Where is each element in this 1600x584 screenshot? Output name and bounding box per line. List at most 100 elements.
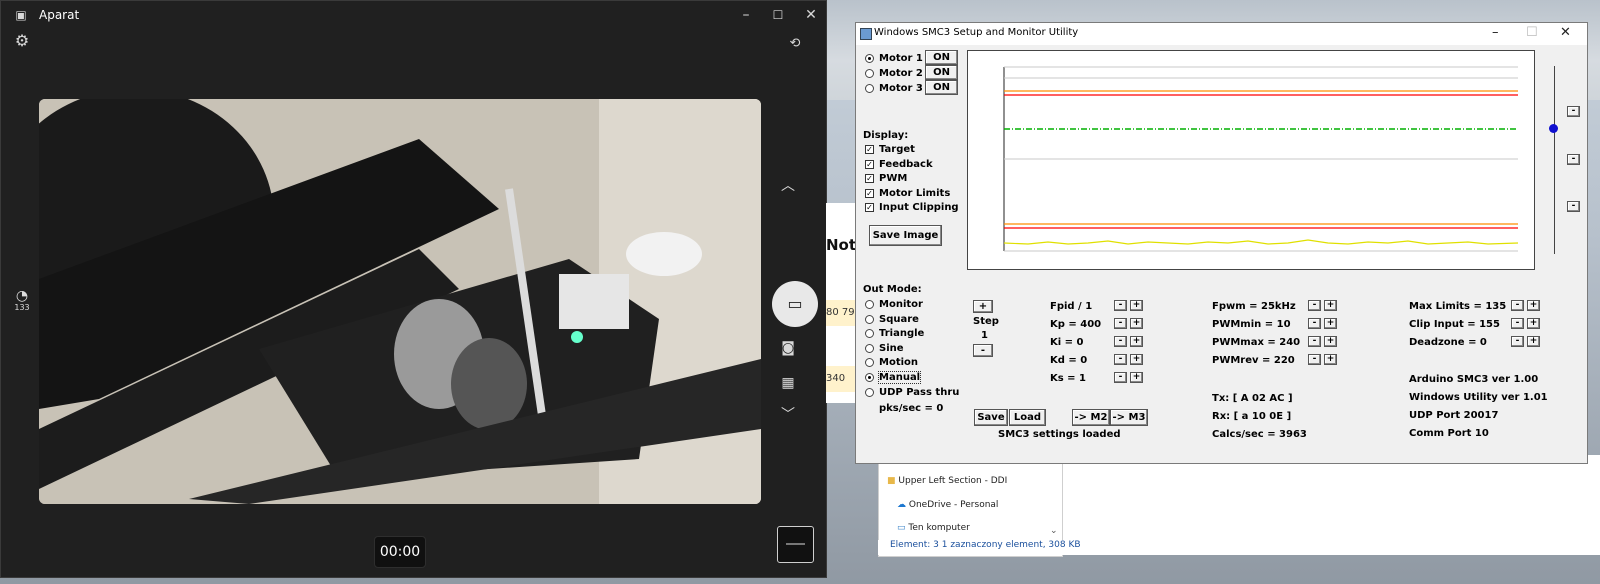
display-option-label: Input Clipping: [879, 202, 959, 213]
explorer-item[interactable]: ▭ Ten komputer: [897, 523, 970, 533]
camera-switch-icon[interactable]: ⟲: [785, 35, 805, 53]
pwmmax-plus-button[interactable]: +: [1324, 336, 1337, 347]
close-button[interactable]: ✕: [802, 6, 820, 24]
out-mode-label-text: UDP Pass thru: [879, 387, 960, 398]
fpid-minus-button[interactable]: -: [1114, 300, 1127, 311]
hdr-control[interactable]: ◔ 133: [11, 289, 33, 312]
deadzone-plus-button[interactable]: +: [1527, 336, 1540, 347]
motor-limits-checkbox[interactable]: ✓: [865, 189, 874, 198]
ks-plus-button[interactable]: +: [1130, 372, 1143, 383]
max-limits-minus-button[interactable]: -: [1511, 300, 1524, 311]
recording-timer: 00:00: [374, 536, 426, 568]
ks-minus-button[interactable]: -: [1114, 372, 1127, 383]
fpwm-label: Fpwm = 25kHz: [1212, 301, 1296, 312]
maximize-button[interactable]: ☐: [769, 6, 787, 24]
maximize-button[interactable]: ☐: [1526, 25, 1538, 40]
explorer-item[interactable]: ■ Upper Left Section - DDI: [887, 476, 1007, 486]
pwmmin-minus-button[interactable]: -: [1308, 318, 1321, 329]
step-plus-button[interactable]: +: [973, 300, 993, 313]
motor-position-slider-knob[interactable]: [1549, 124, 1558, 133]
qr-icon[interactable]: ▦: [778, 374, 798, 392]
graph-offset-button[interactable]: -: [1567, 154, 1580, 165]
minimize-button[interactable]: –: [1492, 25, 1499, 40]
ki-minus-button[interactable]: -: [1114, 336, 1127, 347]
ks-label: Ks = 1: [1050, 373, 1087, 384]
triangle-radio[interactable]: [865, 329, 874, 338]
feedback-checkbox[interactable]: ✓: [865, 160, 874, 169]
record-button[interactable]: ▭: [772, 281, 818, 327]
step-minus-button[interactable]: -: [973, 344, 993, 357]
explorer-item-label: Ten komputer: [908, 523, 970, 533]
camera-window: ▣ Aparat – ☐ ✕ ⚙ ⟲ ◔ 133 ︿ ▭ ◙ ▦ ﹀ 00:00: [0, 0, 827, 578]
graph-zoom-button[interactable]: -: [1567, 201, 1580, 212]
out-mode-label-text: Sine: [879, 343, 904, 354]
motion-radio[interactable]: [865, 358, 874, 367]
pwmmin-plus-button[interactable]: +: [1324, 318, 1337, 329]
last-capture-thumbnail[interactable]: [777, 526, 814, 563]
kp-minus-button[interactable]: -: [1114, 318, 1127, 329]
chevron-up-icon[interactable]: ︿: [778, 177, 798, 195]
fpwm-plus-button[interactable]: +: [1324, 300, 1337, 311]
ki-plus-button[interactable]: +: [1130, 336, 1143, 347]
fpid-plus-button[interactable]: +: [1130, 300, 1143, 311]
explorer-item[interactable]: ☁ OneDrive - Personal: [897, 500, 998, 510]
cloud-icon: ☁: [897, 500, 906, 510]
kd-plus-button[interactable]: +: [1130, 354, 1143, 365]
pwmrev-plus-button[interactable]: +: [1324, 354, 1337, 365]
square-radio[interactable]: [865, 315, 874, 324]
motor-3-on-button[interactable]: ON: [925, 80, 958, 95]
copy-to-m2-button[interactable]: -> M2: [1072, 409, 1110, 426]
gear-icon[interactable]: ⚙: [12, 32, 32, 50]
deadzone-label: Deadzone = 0: [1409, 337, 1487, 348]
pwm-checkbox[interactable]: ✓: [865, 174, 874, 183]
graph-scale-button[interactable]: -: [1567, 106, 1580, 117]
udp-port: UDP Port 20017: [1409, 410, 1499, 421]
save-image-button[interactable]: Save Image: [869, 225, 942, 246]
motor-1-radio[interactable]: [865, 54, 874, 63]
kp-plus-button[interactable]: +: [1130, 318, 1143, 329]
out-mode-label-text: Manual: [877, 371, 922, 384]
target-checkbox[interactable]: ✓: [865, 145, 874, 154]
clip-input-minus-button[interactable]: -: [1511, 318, 1524, 329]
clip-input-plus-button[interactable]: +: [1527, 318, 1540, 329]
camera-icon[interactable]: ◙: [778, 339, 798, 357]
pwmrev-minus-button[interactable]: -: [1308, 354, 1321, 365]
hdr-icon: ◔: [15, 288, 29, 304]
camera-scene: [39, 99, 761, 504]
load-button[interactable]: Load: [1009, 409, 1046, 426]
display-label: Display:: [863, 130, 909, 141]
kd-minus-button[interactable]: -: [1114, 354, 1127, 365]
explorer-status-bar: Element: 3 1 zaznaczony element, 308 KB: [878, 540, 1600, 555]
fpid-label: Fpid / 1: [1050, 301, 1093, 312]
copy-to-m3-button[interactable]: -> M3: [1110, 409, 1148, 426]
chevron-down-icon[interactable]: ﹀: [778, 406, 798, 424]
window-title: Aparat: [39, 8, 80, 22]
motor-1-on-button[interactable]: ON: [925, 50, 958, 65]
notepad-row-1-text: 80 79: [826, 307, 855, 318]
rx-readout: Rx: [ a 10 0E ]: [1212, 411, 1292, 422]
ki-label: Ki = 0: [1050, 337, 1084, 348]
max-limits-plus-button[interactable]: +: [1527, 300, 1540, 311]
display-option-label: PWM: [879, 173, 908, 184]
minimize-button[interactable]: –: [737, 6, 755, 24]
save-button[interactable]: Save: [974, 409, 1008, 426]
fpwm-minus-button[interactable]: -: [1308, 300, 1321, 311]
motor-3-radio[interactable]: [865, 84, 874, 93]
scroll-down-icon[interactable]: ⌄: [1050, 526, 1058, 536]
tx-readout: Tx: [ A 02 AC ]: [1212, 393, 1293, 404]
clip-input-label: Clip Input = 155: [1409, 319, 1500, 330]
pwm-trace: [1003, 239, 1519, 245]
udp-pass-thru-radio[interactable]: [865, 388, 874, 397]
deadzone-minus-button[interactable]: -: [1511, 336, 1524, 347]
manual-radio[interactable]: [865, 373, 874, 382]
out-mode-label-text: Monitor: [879, 299, 923, 310]
computer-icon: ▭: [897, 523, 906, 533]
out-mode-label: Out Mode:: [863, 284, 922, 295]
sine-radio[interactable]: [865, 344, 874, 353]
input-clipping-checkbox[interactable]: ✓: [865, 203, 874, 212]
pwmmax-minus-button[interactable]: -: [1308, 336, 1321, 347]
motor-2-radio[interactable]: [865, 69, 874, 78]
monitor-radio[interactable]: [865, 300, 874, 309]
motor-2-on-button[interactable]: ON: [925, 65, 958, 80]
close-button[interactable]: ✕: [1560, 25, 1571, 40]
